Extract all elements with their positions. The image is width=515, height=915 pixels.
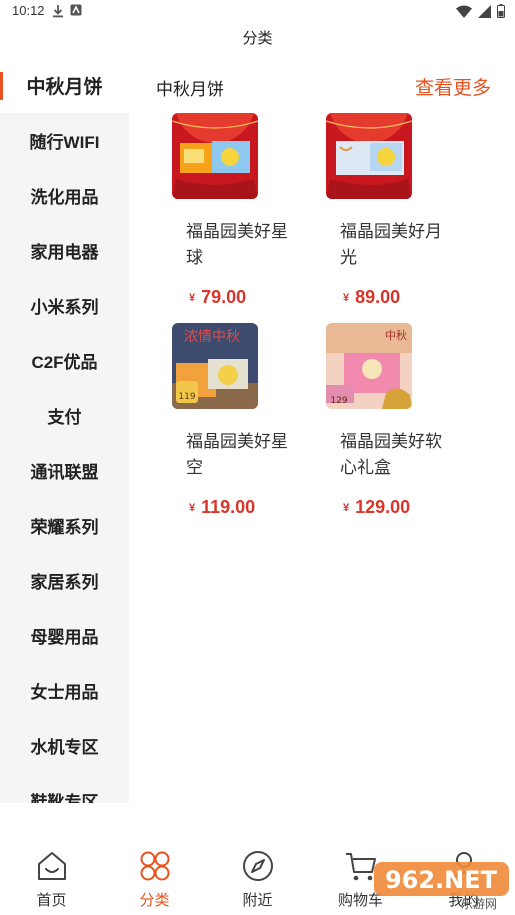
product-card[interactable]: 浓情中秋 119 福晶园美好星空 ¥119.00	[129, 323, 288, 533]
currency-symbol: ¥	[343, 292, 350, 304]
sidebar-item-water[interactable]: 水机专区	[0, 718, 129, 773]
compass-icon	[242, 851, 273, 881]
tab-home[interactable]: 首页	[0, 840, 103, 915]
svg-text:乐游网: 乐游网	[461, 897, 497, 911]
price-value: 89.00	[355, 287, 401, 307]
sidebar-item-label: 家居系列	[30, 573, 99, 592]
sidebar-item-home[interactable]: 家居系列	[0, 553, 129, 608]
sidebar-item-label: 家用电器	[30, 243, 99, 262]
sidebar-item-label: 女士用品	[30, 683, 99, 702]
tab-label: 附近	[242, 892, 273, 909]
sidebar-item-label: 通讯联盟	[30, 463, 99, 482]
product-name: 福晶园美好软心礼盒	[340, 432, 442, 477]
view-more-link[interactable]: 查看更多	[415, 73, 491, 100]
currency-symbol: ¥	[189, 292, 196, 304]
page-header: 分类	[0, 24, 515, 58]
bottom-tab-bar: 首页 分类 附近 购物车 我的 962.NET 乐游网	[0, 840, 515, 915]
price-badge: 119	[178, 392, 195, 402]
sidebar-item-honor[interactable]: 荣耀系列	[0, 498, 129, 553]
product-image	[326, 113, 412, 199]
sidebar-item-label: 洗化用品	[30, 188, 99, 207]
sidebar-item-wifi[interactable]: 随行WIFI	[0, 113, 129, 168]
sidebar-item-telecom[interactable]: 通讯联盟	[0, 443, 129, 498]
sidebar-item-appliances[interactable]: 家用电器	[0, 223, 129, 278]
tab-label: 首页	[36, 892, 67, 909]
product-card[interactable]: 福晶园美好星球 ¥79.00	[129, 113, 288, 323]
sidebar-item-label: 支付	[47, 408, 82, 427]
product-card[interactable]: 福晶园美好月光 ¥89.00	[283, 113, 442, 323]
battery-icon	[497, 4, 505, 18]
sidebar-item-toiletries[interactable]: 洗化用品	[0, 168, 129, 223]
currency-symbol: ¥	[189, 502, 196, 514]
product-art-text: 中秋	[385, 328, 407, 342]
home-icon	[37, 852, 66, 880]
product-price: ¥129.00	[343, 497, 410, 518]
category-sidebar: 中秋月饼 随行WIFI 洗化用品 家用电器 小米系列 C2F优品 支付 通讯联盟…	[0, 58, 129, 803]
price-value: 119.00	[201, 497, 256, 517]
price-value: 129.00	[355, 497, 411, 517]
tab-label: 分类	[139, 892, 170, 909]
currency-symbol: ¥	[343, 502, 350, 514]
tab-nearby[interactable]: 附近	[206, 840, 309, 915]
sidebar-item-shoes[interactable]: 鞋靴专区	[0, 773, 129, 803]
watermark-logo: 962.NET 乐游网	[374, 862, 509, 911]
svg-text:962.NET: 962.NET	[385, 866, 498, 894]
signal-icon	[478, 4, 491, 18]
product-card[interactable]: 中秋 129 福晶园美好软心礼盒 ¥129.00	[283, 323, 442, 533]
product-art-text: 浓情中秋	[184, 329, 240, 345]
section-title: 中秋月饼	[156, 80, 224, 99]
notification-icon	[70, 4, 82, 16]
price-badge: 129	[330, 396, 347, 406]
sidebar-item-baby[interactable]: 母婴用品	[0, 608, 129, 663]
product-image: 中秋 129	[326, 323, 412, 409]
status-bar: 10:12	[0, 0, 515, 24]
sidebar-item-label: 小米系列	[30, 298, 99, 317]
sidebar-item-label: 荣耀系列	[30, 518, 99, 537]
product-price: ¥119.00	[189, 497, 255, 518]
sidebar-item-c2f[interactable]: C2F优品	[0, 333, 129, 388]
sidebar-item-label: 鞋靴专区	[30, 793, 99, 803]
wifi-icon	[456, 5, 472, 18]
product-image: 浓情中秋 119	[172, 323, 258, 409]
product-price: ¥89.00	[343, 287, 400, 308]
tab-category[interactable]: 分类	[103, 840, 206, 915]
sidebar-item-payment[interactable]: 支付	[0, 388, 129, 443]
category-icon	[140, 851, 169, 881]
download-icon	[53, 5, 63, 18]
sidebar-item-mooncake[interactable]: 中秋月饼	[0, 58, 129, 113]
section-header: 中秋月饼 查看更多	[129, 58, 515, 113]
sidebar-item-label: 母婴用品	[30, 628, 99, 647]
product-panel: 中秋月饼 查看更多 福晶园美好星球 ¥79.00 福晶园美好月光 ¥ 89.00…	[129, 58, 515, 803]
product-name: 福晶园美好月光	[340, 222, 442, 267]
sidebar-item-label: 随行WIFI	[29, 133, 100, 152]
product-price: ¥79.00	[189, 287, 246, 308]
sidebar-item-label: 中秋月饼	[26, 77, 103, 98]
sidebar-item-xiaomi[interactable]: 小米系列	[0, 278, 129, 333]
product-image	[172, 113, 258, 199]
sidebar-item-label: C2F优品	[31, 353, 98, 372]
status-time: 10:12	[12, 3, 45, 18]
page-title: 分类	[242, 30, 273, 47]
sidebar-item-women[interactable]: 女士用品	[0, 663, 129, 718]
price-value: 79.00	[201, 287, 247, 307]
sidebar-item-label: 水机专区	[30, 738, 99, 757]
